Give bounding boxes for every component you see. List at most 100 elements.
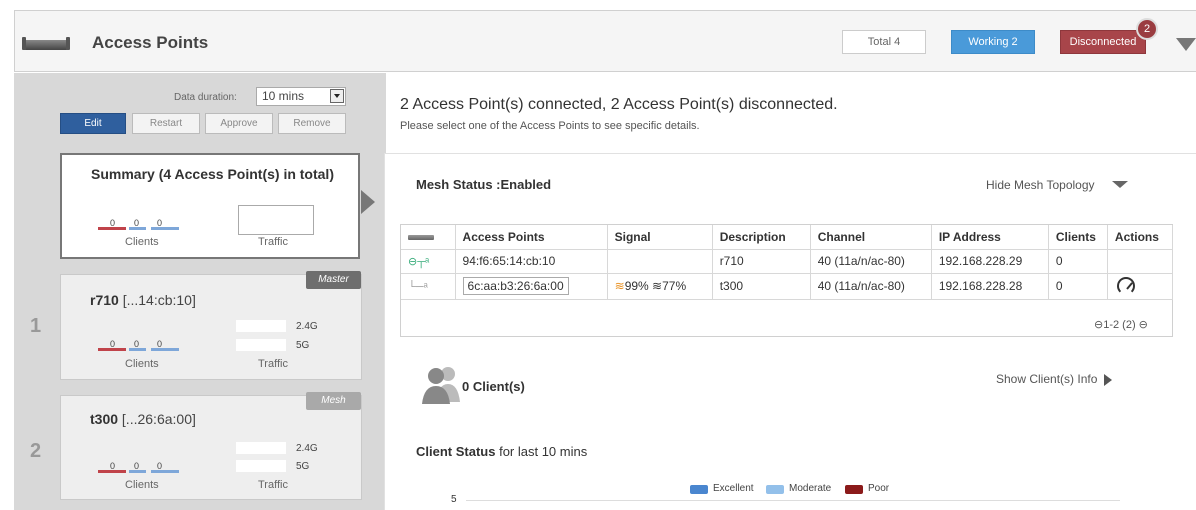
column-header[interactable]: IP Address bbox=[931, 225, 1049, 250]
ap-mac-cell[interactable]: 6c:aa:b3:26:6a:00 bbox=[455, 273, 608, 300]
clients-bar-moderate bbox=[129, 227, 146, 230]
connection-status-summary: 2 Access Point(s) connected, 2 Access Po… bbox=[400, 96, 838, 113]
clients-bar-moderate bbox=[129, 470, 146, 473]
column-header: Actions bbox=[1107, 225, 1174, 250]
mesh-root-cell: ⊖┬ᵃ bbox=[401, 249, 456, 274]
actions-cell bbox=[1107, 273, 1174, 300]
chart-gridline bbox=[466, 500, 1120, 501]
data-duration-value: 10 mins bbox=[262, 89, 305, 103]
column-header[interactable]: Access Points bbox=[455, 225, 608, 250]
total-filter-button[interactable]: Total 4 bbox=[842, 30, 926, 54]
users-icon bbox=[422, 367, 460, 404]
data-duration-label: Data duration: bbox=[174, 92, 237, 103]
band-5-traffic-box bbox=[236, 339, 286, 351]
y-axis-tick: 5 bbox=[451, 494, 457, 505]
summary-title: Summary (4 Access Point(s) in total) bbox=[91, 166, 334, 182]
clients-bar-excellent bbox=[151, 470, 179, 473]
chevron-right-icon[interactable] bbox=[1104, 374, 1112, 386]
remove-button[interactable]: Remove bbox=[278, 113, 346, 134]
client-status-title: Client Status for last 10 mins bbox=[416, 444, 588, 459]
restart-button[interactable]: Restart bbox=[132, 113, 200, 134]
description-cell: r710 bbox=[712, 249, 811, 274]
ap-clients-label: Clients bbox=[125, 479, 159, 491]
ip-cell: 192.168.228.28 bbox=[931, 273, 1049, 300]
summary-traffic-box bbox=[238, 205, 314, 235]
disconnected-count-badge: 2 bbox=[1136, 18, 1158, 40]
disconnected-filter-button[interactable]: Disconnected bbox=[1060, 30, 1146, 54]
ap-mac-value: 6c:aa:b3:26:6a:00 bbox=[462, 277, 569, 295]
selection-pointer-icon bbox=[361, 190, 375, 214]
chevron-down-icon[interactable] bbox=[1112, 181, 1128, 188]
table-row[interactable]: ⊖┬ᵃ 94:f6:65:14:cb:10 r710 40 (11a/n/ac-… bbox=[401, 249, 1174, 274]
legend-label: Poor bbox=[868, 483, 890, 494]
dropdown-arrow-icon[interactable] bbox=[330, 89, 344, 103]
ap-card-name: t300 [...26:6a:00] bbox=[90, 411, 196, 427]
mesh-child-cell: └─ᵃ bbox=[401, 273, 456, 300]
access-point-device-icon bbox=[408, 235, 434, 241]
clients-bar-excellent bbox=[151, 348, 179, 351]
legend-swatch-poor bbox=[845, 485, 863, 494]
signal-icon: ≋ bbox=[614, 279, 625, 293]
clients-bar-poor bbox=[98, 470, 126, 473]
clients-count: 0 Client(s) bbox=[462, 379, 525, 394]
speedflex-gauge-icon[interactable] bbox=[1116, 277, 1135, 295]
column-header[interactable]: Signal bbox=[607, 225, 713, 250]
mesh-link-icon: └─ᵃ bbox=[408, 281, 428, 293]
signal-value: 99% ≋77% bbox=[624, 279, 687, 293]
column-header[interactable]: Channel bbox=[810, 225, 932, 250]
legend-swatch-moderate bbox=[766, 485, 784, 494]
legend-label: Moderate bbox=[789, 483, 832, 494]
ap-traffic-label: Traffic bbox=[258, 479, 288, 491]
mesh-status-title: Mesh Status :Enabled bbox=[416, 177, 552, 192]
signal-cell: ≋99% ≋77% bbox=[607, 273, 713, 300]
band-24-traffic-box bbox=[236, 320, 286, 332]
summary-traffic-label: Traffic bbox=[258, 236, 288, 248]
edit-button[interactable]: Edit bbox=[60, 113, 126, 134]
description-cell: t300 bbox=[712, 273, 811, 300]
mesh-root-icon: ⊖┬ᵃ bbox=[408, 256, 430, 268]
clients-bar-poor bbox=[98, 348, 126, 351]
ap-table-container: Access Points Signal Description Channel… bbox=[400, 224, 1174, 337]
column-header[interactable]: Description bbox=[712, 225, 811, 250]
actions-cell bbox=[1107, 249, 1174, 274]
legend-label: Excellent bbox=[713, 483, 754, 494]
clients-cell: 0 bbox=[1048, 273, 1108, 300]
working-filter-button[interactable]: Working 2 bbox=[951, 30, 1035, 54]
band-5-traffic-box bbox=[236, 460, 286, 472]
table-header-row: Access Points Signal Description Channel… bbox=[401, 225, 1174, 250]
ap-index: 1 bbox=[30, 315, 42, 337]
page-title: Access Points bbox=[92, 33, 209, 52]
collapse-triangle-icon[interactable] bbox=[1176, 38, 1196, 51]
ap-card-name: r710 [...14:cb:10] bbox=[90, 292, 196, 308]
table-row[interactable]: └─ᵃ 6c:aa:b3:26:6a:00 ≋99% ≋77% t300 40 … bbox=[401, 273, 1174, 300]
band-24-traffic-box bbox=[236, 442, 286, 454]
legend-swatch-excellent bbox=[690, 485, 708, 494]
channel-cell: 40 (11a/n/ac-80) bbox=[810, 273, 932, 300]
signal-cell bbox=[607, 249, 713, 274]
channel-cell: 40 (11a/n/ac-80) bbox=[810, 249, 932, 274]
summary-clients-label: Clients bbox=[125, 236, 159, 248]
clients-bar-poor bbox=[98, 227, 126, 230]
ap-traffic-label: Traffic bbox=[258, 358, 288, 370]
approve-button[interactable]: Approve bbox=[205, 113, 273, 134]
access-point-device-icon bbox=[22, 37, 70, 50]
ip-cell: 192.168.228.29 bbox=[931, 249, 1049, 274]
clients-bar-excellent bbox=[151, 227, 179, 230]
clients-bar-moderate bbox=[129, 348, 146, 351]
column-header[interactable]: Clients bbox=[1048, 225, 1108, 250]
ap-role-tag: Mesh bbox=[306, 392, 361, 410]
ap-index: 2 bbox=[30, 440, 42, 462]
band-5-label: 5G bbox=[296, 340, 310, 351]
ap-mac-cell[interactable]: 94:f6:65:14:cb:10 bbox=[455, 249, 608, 274]
show-clients-info-link[interactable]: Show Client(s) Info bbox=[996, 372, 1097, 386]
band-5-label: 5G bbox=[296, 461, 310, 472]
table-pager[interactable]: ⊖1-2 (2) ⊖ bbox=[1094, 318, 1148, 331]
connection-status-hint: Please select one of the Access Points t… bbox=[400, 120, 700, 132]
hide-mesh-topology-link[interactable]: Hide Mesh Topology bbox=[986, 178, 1095, 192]
ap-role-tag: Master bbox=[306, 271, 361, 289]
ap-clients-label: Clients bbox=[125, 358, 159, 370]
table-header-icon-cell bbox=[401, 225, 456, 250]
ap-table: Access Points Signal Description Channel… bbox=[401, 225, 1174, 300]
band-24-label: 2.4G bbox=[296, 443, 318, 454]
clients-cell: 0 bbox=[1048, 249, 1108, 274]
